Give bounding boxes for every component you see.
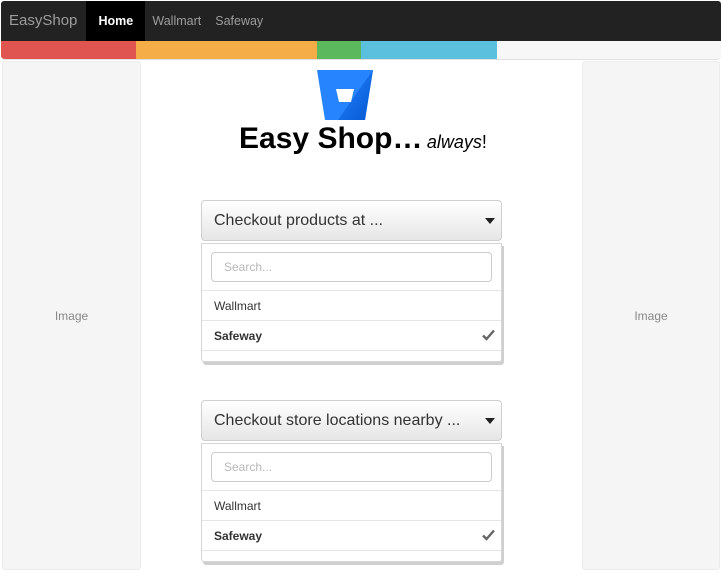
navbar: EasyShop Home Wallmart Safeway [1, 1, 721, 41]
strip-segment-green [317, 41, 361, 59]
strip-segment-gray [497, 41, 721, 59]
checkmark-icon [482, 529, 495, 541]
page-title: Easy Shop… always! [0, 122, 722, 156]
strip-segment-orange [136, 41, 317, 59]
strip-segment-red [1, 41, 136, 59]
caret-down-icon [485, 418, 495, 424]
locations-dropdown-menu: Wallmart Safeway [201, 443, 502, 562]
locations-dropdown-toggle[interactable]: Checkout store locations nearby ... [201, 400, 502, 441]
products-dropdown-toggle[interactable]: Checkout products at ... [201, 200, 502, 241]
locations-dropdown: Checkout store locations nearby ... Wall… [201, 400, 502, 562]
title-main: Easy Shop [239, 122, 393, 155]
option-wallmart[interactable]: Wallmart [202, 291, 501, 321]
image-placeholder-label: Image [634, 308, 668, 323]
caret-down-icon [485, 218, 495, 224]
option-wallmart[interactable]: Wallmart [202, 491, 501, 521]
products-dropdown: Checkout products at ... Wallmart Safewa… [201, 200, 502, 362]
nav-item-safeway[interactable]: Safeway [208, 1, 270, 41]
option-label: Wallmart [214, 498, 261, 513]
products-search-input[interactable] [211, 252, 492, 282]
products-dropdown-label: Checkout products at ... [214, 211, 383, 229]
products-dropdown-menu: Wallmart Safeway [201, 243, 502, 362]
option-label: Safeway [214, 528, 263, 543]
option-label: Safeway [214, 328, 263, 343]
option-safeway[interactable]: Safeway [202, 521, 501, 551]
title-tagline: always [426, 132, 482, 152]
option-safeway[interactable]: Safeway [202, 321, 501, 351]
locations-search-input[interactable] [211, 452, 492, 482]
bitbucket-icon [316, 69, 374, 121]
locations-dropdown-label: Checkout store locations nearby ... [214, 411, 461, 429]
title-bang: ! [481, 132, 487, 152]
title-ellipsis: … [392, 122, 423, 155]
strip-segment-blue [361, 41, 497, 59]
image-placeholder-label: Image [54, 308, 89, 323]
option-label: Wallmart [214, 298, 261, 313]
checkmark-icon [482, 329, 495, 341]
color-strip [1, 41, 721, 60]
brand-link[interactable]: EasyShop [1, 1, 86, 41]
nav-item-home[interactable]: Home [86, 1, 146, 41]
nav-item-wallmart[interactable]: Wallmart [145, 1, 208, 41]
